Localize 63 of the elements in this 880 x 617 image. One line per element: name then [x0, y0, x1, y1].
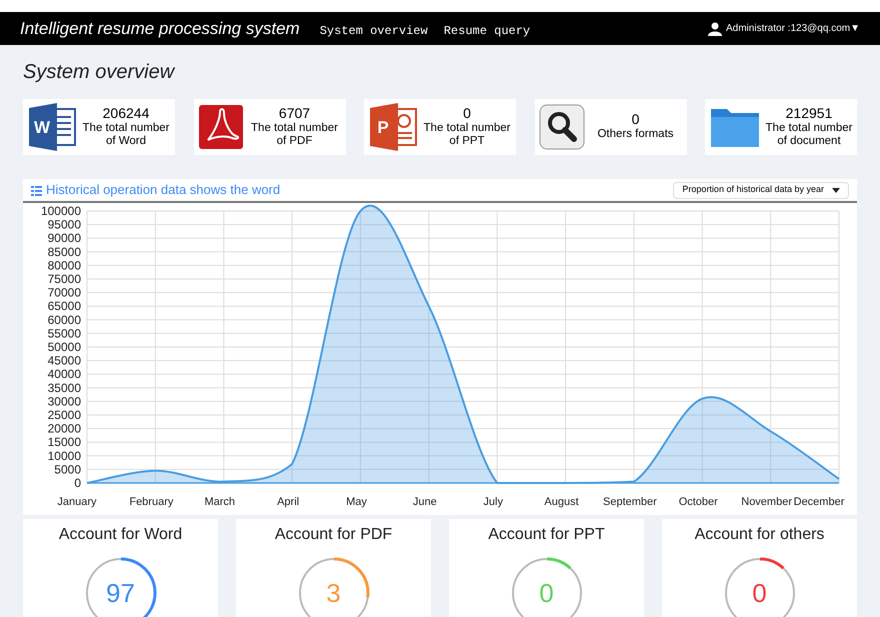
x-tick-label: July: [483, 496, 503, 508]
y-tick-label: 60000: [48, 312, 81, 327]
app-title: Intelligent resume processing system: [20, 18, 300, 40]
gauge-title: Account for PDF: [274, 525, 392, 545]
x-tick-label: January: [57, 496, 97, 508]
y-tick-label: 35000: [48, 380, 81, 395]
gauge-value: 0: [539, 580, 554, 606]
user-menu[interactable]: Administrator :123@qq.com▼: [726, 21, 860, 36]
y-tick-label: 100000: [40, 204, 81, 218]
user-icon: [708, 22, 722, 36]
y-tick-label: 80000: [48, 258, 81, 272]
list-icon: [31, 184, 42, 196]
x-tick-label: November: [741, 496, 792, 508]
stat-label: The total number of PPT: [422, 122, 512, 148]
y-tick-label: 75000: [48, 272, 81, 286]
nav-link[interactable]: System overview: [320, 22, 428, 40]
stat-label: The total number of PDF: [250, 122, 339, 148]
y-tick-label: 15000: [48, 435, 81, 450]
stat-label: The total number of document: [765, 122, 853, 148]
gauge-value: 3: [326, 580, 341, 606]
x-tick-label: February: [129, 496, 174, 508]
x-tick-label: December: [794, 496, 844, 508]
y-tick-label: 50000: [48, 340, 81, 354]
x-tick-label: October: [678, 496, 718, 508]
year-dropdown[interactable]: Proportion of historical data by year: [673, 182, 849, 198]
y-tick-label: 90000: [48, 231, 81, 246]
y-tick-label: 5000: [54, 462, 81, 476]
y-tick-label: 10000: [48, 448, 81, 463]
y-tick-label: 45000: [48, 354, 81, 368]
x-tick-label: March: [204, 496, 235, 508]
y-tick-label: 25000: [48, 408, 81, 422]
y-tick-label: 65000: [48, 299, 81, 314]
chart-title: Historical operation data shows the word: [46, 181, 280, 200]
search-icon: [538, 104, 584, 150]
gauge-value: 0: [752, 580, 767, 606]
caret-icon: [832, 188, 840, 192]
y-tick-label: 30000: [48, 394, 81, 408]
x-tick-label: June: [412, 496, 437, 508]
nav-link[interactable]: Resume query: [444, 22, 530, 40]
x-tick-label: May: [346, 496, 367, 508]
y-tick-label: 40000: [48, 367, 81, 382]
y-tick-label: 0: [74, 476, 81, 490]
x-tick-label: April: [277, 496, 300, 508]
stat-value: 0: [632, 113, 640, 126]
stat-value: 206244: [102, 106, 150, 120]
y-tick-label: 70000: [48, 286, 81, 300]
y-tick-label: 95000: [48, 218, 81, 232]
stat-label: The total number of Word: [82, 122, 170, 148]
gauge-title: Account for others: [694, 525, 824, 545]
y-tick-label: 20000: [48, 422, 81, 436]
y-tick-label: 85000: [48, 244, 81, 259]
stat-value: 0: [463, 106, 471, 120]
pdf-icon: [198, 104, 244, 150]
x-tick-label: September: [603, 496, 657, 508]
stat-value: 212951: [786, 106, 832, 120]
gauge-title: Account for PPT: [488, 525, 605, 545]
gauge-title: Account for Word: [58, 525, 182, 545]
page-title: System overview: [23, 60, 176, 85]
stat-label: Others formats: [597, 128, 674, 141]
y-tick-label: 55000: [48, 326, 81, 340]
x-tick-label: August: [544, 496, 579, 508]
gauge-value: 97: [106, 580, 135, 606]
stat-value: 6707: [278, 106, 310, 120]
